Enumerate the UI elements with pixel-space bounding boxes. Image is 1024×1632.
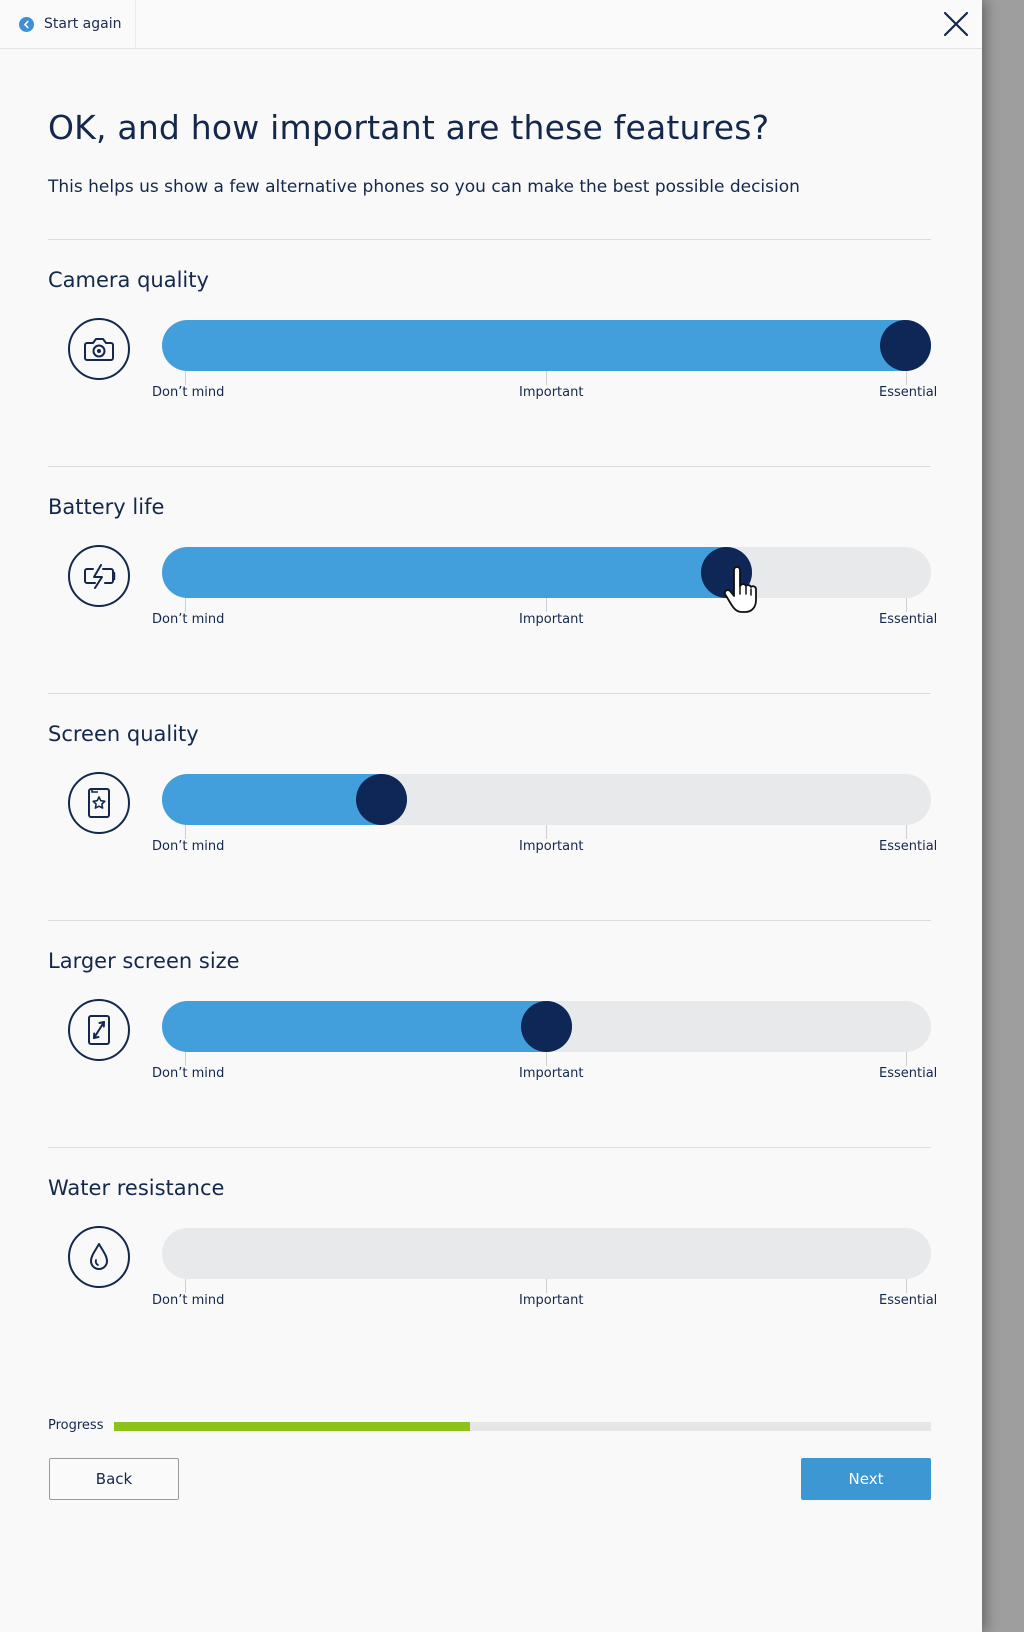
feature-name: Water resistance xyxy=(48,1176,225,1200)
page-title: OK, and how important are these features… xyxy=(48,108,770,147)
feature-name: Battery life xyxy=(48,495,165,519)
importance-slider[interactable] xyxy=(162,1001,931,1052)
tick-low xyxy=(185,1052,186,1066)
tick-high xyxy=(906,598,907,612)
tick-low xyxy=(185,1279,186,1293)
slider-thumb[interactable] xyxy=(880,320,931,371)
tick-mid xyxy=(546,1052,547,1066)
tick-mid xyxy=(546,371,547,385)
feature-water-resistance: Water resistance Don’t mind Important Es… xyxy=(48,1147,937,1374)
feature-name: Larger screen size xyxy=(48,949,240,973)
feature-name: Screen quality xyxy=(48,722,199,746)
start-again-label: Start again xyxy=(44,16,122,32)
scale-label-high: Essential xyxy=(879,385,938,400)
scale-label-high: Essential xyxy=(879,1066,938,1081)
scale-label-mid: Important xyxy=(519,612,584,627)
feature-importance-panel: Start again OK, and how important are th… xyxy=(0,0,982,1632)
tick-low xyxy=(185,598,186,612)
back-arrow-icon xyxy=(19,16,34,32)
camera-icon xyxy=(68,318,130,380)
scale-label-high: Essential xyxy=(879,1293,938,1308)
scale-label-mid: Important xyxy=(519,1293,584,1308)
tick-high xyxy=(906,825,907,839)
progress-label: Progress xyxy=(48,1418,104,1433)
hand-pointer-icon xyxy=(723,566,757,613)
importance-slider[interactable] xyxy=(162,774,931,825)
slider-thumb[interactable] xyxy=(356,774,407,825)
tick-high xyxy=(906,1279,907,1293)
feature-battery-life: Battery life Don’t mind Important Essent… xyxy=(48,466,937,693)
page-subtitle: This helps us show a few alternative pho… xyxy=(48,177,800,197)
scale-label-low: Don’t mind xyxy=(152,612,225,627)
battery-charging-icon xyxy=(68,545,130,607)
close-button[interactable] xyxy=(942,10,970,38)
scale-label-mid: Important xyxy=(519,385,584,400)
close-icon xyxy=(943,11,969,37)
feature-camera-quality: Camera quality Don’t mind Important Esse… xyxy=(48,239,937,466)
progress-bar xyxy=(114,1422,931,1431)
scale-label-mid: Important xyxy=(519,839,584,854)
screen-star-icon xyxy=(68,772,130,834)
water-drop-icon xyxy=(68,1226,130,1288)
start-again-link[interactable]: Start again xyxy=(0,0,136,48)
tick-low xyxy=(185,825,186,839)
scale-label-low: Don’t mind xyxy=(152,1293,225,1308)
slider-thumb[interactable] xyxy=(521,1001,572,1052)
slider-fill xyxy=(162,547,752,598)
tick-low xyxy=(185,371,186,385)
next-button[interactable]: Next xyxy=(801,1458,931,1500)
importance-slider[interactable] xyxy=(162,320,931,371)
feature-screen-quality: Screen quality Don’t mind Important Esse… xyxy=(48,693,937,920)
scale-label-mid: Important xyxy=(519,1066,584,1081)
progress-fill xyxy=(114,1422,471,1431)
slider-fill xyxy=(162,320,931,371)
back-button[interactable]: Back xyxy=(49,1458,179,1500)
scale-label-low: Don’t mind xyxy=(152,1066,225,1081)
tick-mid xyxy=(546,1279,547,1293)
scale-label-low: Don’t mind xyxy=(152,839,225,854)
scale-label-high: Essential xyxy=(879,612,938,627)
tick-high xyxy=(906,371,907,385)
scale-label-low: Don’t mind xyxy=(152,385,225,400)
slider-fill xyxy=(162,1001,572,1052)
importance-slider[interactable] xyxy=(162,1228,931,1279)
tick-mid xyxy=(546,598,547,612)
feature-larger-screen-size: Larger screen size Don’t mind Important … xyxy=(48,920,937,1147)
screen-resize-icon xyxy=(68,999,130,1061)
feature-name: Camera quality xyxy=(48,268,209,292)
top-bar: Start again xyxy=(0,0,982,49)
importance-slider[interactable] xyxy=(162,547,931,598)
tick-high xyxy=(906,1052,907,1066)
tick-mid xyxy=(546,825,547,839)
scale-label-high: Essential xyxy=(879,839,938,854)
